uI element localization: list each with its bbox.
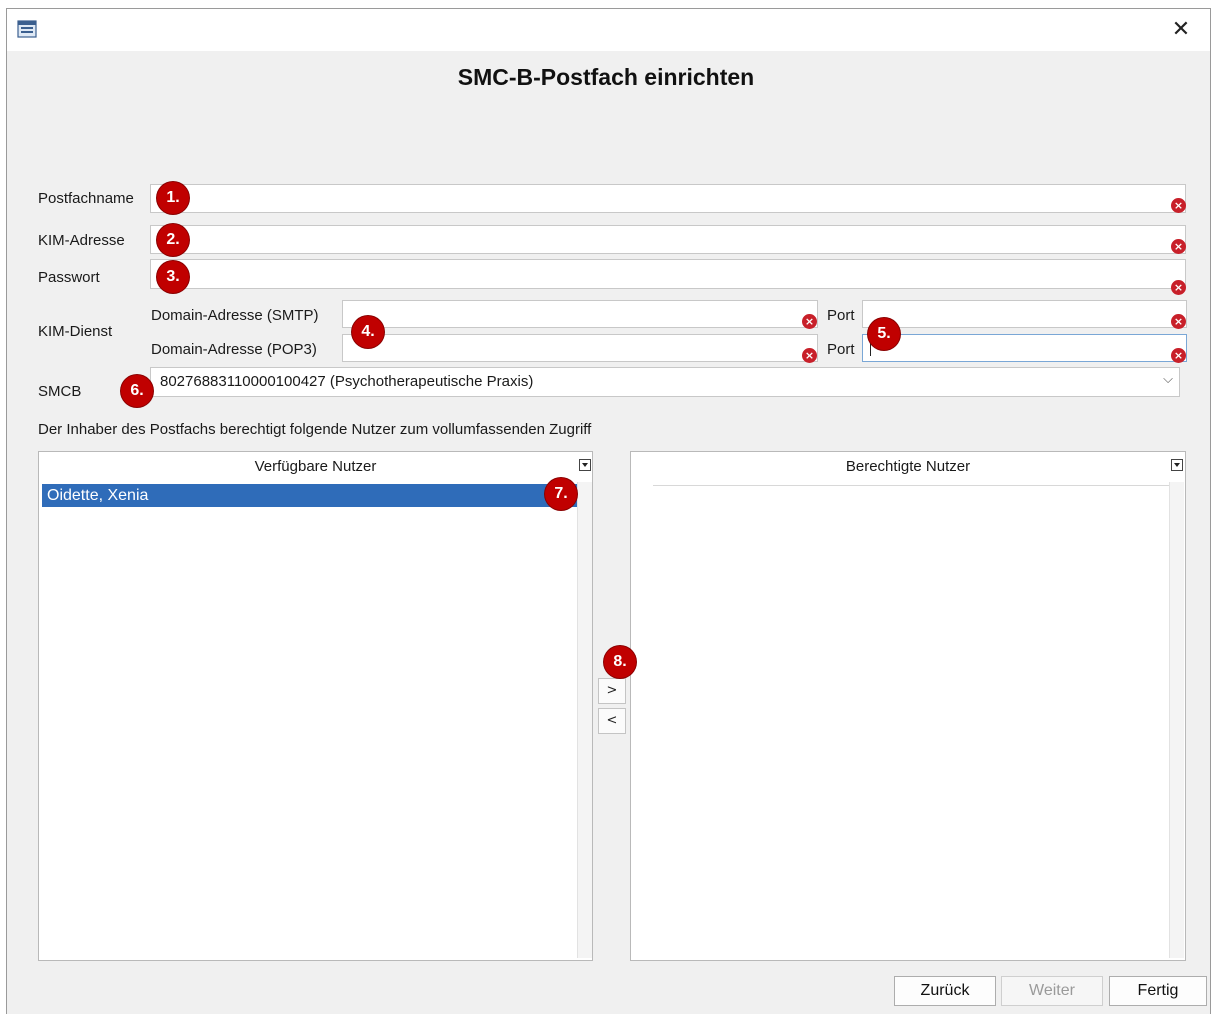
kim-dienst-label: KIM-Dienst — [38, 323, 113, 340]
back-button[interactable]: Zurück — [894, 976, 996, 1006]
smcb-label: SMCB — [38, 383, 82, 400]
pop3-port-field[interactable] — [862, 334, 1187, 362]
smtp-port-field[interactable] — [862, 300, 1187, 328]
column-menu-icon[interactable] — [579, 459, 591, 471]
pop3-domain-field[interactable] — [342, 334, 818, 362]
available-users-header[interactable]: Verfügbare Nutzer — [39, 458, 592, 475]
remove-user-button[interactable]: < — [598, 708, 626, 734]
finish-button[interactable]: Fertig — [1109, 976, 1207, 1006]
smcb-select[interactable]: 80276883110000100427 (Psychotherapeutisc… — [150, 367, 1180, 397]
title-bar: ✕ — [7, 9, 1210, 51]
header-divider — [653, 485, 1169, 486]
badge-8: 8. — [604, 646, 636, 678]
postfachname-field[interactable] — [150, 184, 1186, 213]
window-list-icon — [17, 20, 37, 38]
kim-adresse-field[interactable] — [150, 225, 1186, 254]
column-menu-icon[interactable] — [1171, 459, 1183, 471]
scrollbar[interactable] — [1169, 482, 1184, 958]
add-user-button[interactable]: > — [598, 678, 626, 704]
badge-4: 4. — [352, 316, 384, 348]
clear-passwort-icon[interactable]: × — [1171, 280, 1186, 295]
pop3-domain-label: Domain-Adresse (POP3) — [151, 341, 317, 358]
badge-2: 2. — [157, 224, 189, 256]
clear-smtp-port-icon[interactable]: × — [1171, 314, 1186, 329]
clear-pop3-port-icon[interactable]: × — [1171, 348, 1186, 363]
badge-6: 6. — [121, 375, 153, 407]
postfachname-label: Postfachname — [38, 190, 134, 207]
clear-postfachname-icon[interactable]: × — [1171, 198, 1186, 213]
smcb-selected-value: 80276883110000100427 (Psychotherapeutisc… — [160, 373, 534, 390]
list-item[interactable]: Oidette, Xenia — [42, 484, 577, 507]
passwort-field[interactable] — [150, 259, 1186, 289]
smtp-domain-field[interactable] — [342, 300, 818, 328]
badge-5: 5. — [868, 318, 900, 350]
clear-smtp-domain-icon[interactable]: × — [802, 314, 817, 329]
passwort-label: Passwort — [38, 269, 100, 286]
close-icon[interactable]: ✕ — [1166, 15, 1196, 45]
badge-7: 7. — [545, 478, 577, 510]
page-title: SMC-B-Postfach einrichten — [457, 64, 755, 90]
smtp-port-label: Port — [827, 307, 855, 324]
pop3-port-label: Port — [827, 341, 855, 358]
smtp-domain-label: Domain-Adresse (SMTP) — [151, 307, 319, 324]
next-button[interactable]: Weiter — [1001, 976, 1103, 1006]
available-users-panel: Verfügbare Nutzer Oidette, Xenia — [38, 451, 593, 961]
clear-kim-adresse-icon[interactable]: × — [1171, 239, 1186, 254]
badge-1: 1. — [157, 182, 189, 214]
badge-3: 3. — [157, 261, 189, 293]
clear-pop3-domain-icon[interactable]: × — [802, 348, 817, 363]
scrollbar[interactable] — [577, 482, 592, 958]
authorized-users-header[interactable]: Berechtigte Nutzer — [631, 458, 1185, 475]
permission-description: Der Inhaber des Postfachs berechtigt fol… — [38, 421, 592, 438]
kim-adresse-label: KIM-Adresse — [38, 232, 125, 249]
authorized-users-panel: Berechtigte Nutzer — [630, 451, 1186, 961]
chevron-down-icon[interactable]: ⌵ — [1163, 372, 1173, 387]
